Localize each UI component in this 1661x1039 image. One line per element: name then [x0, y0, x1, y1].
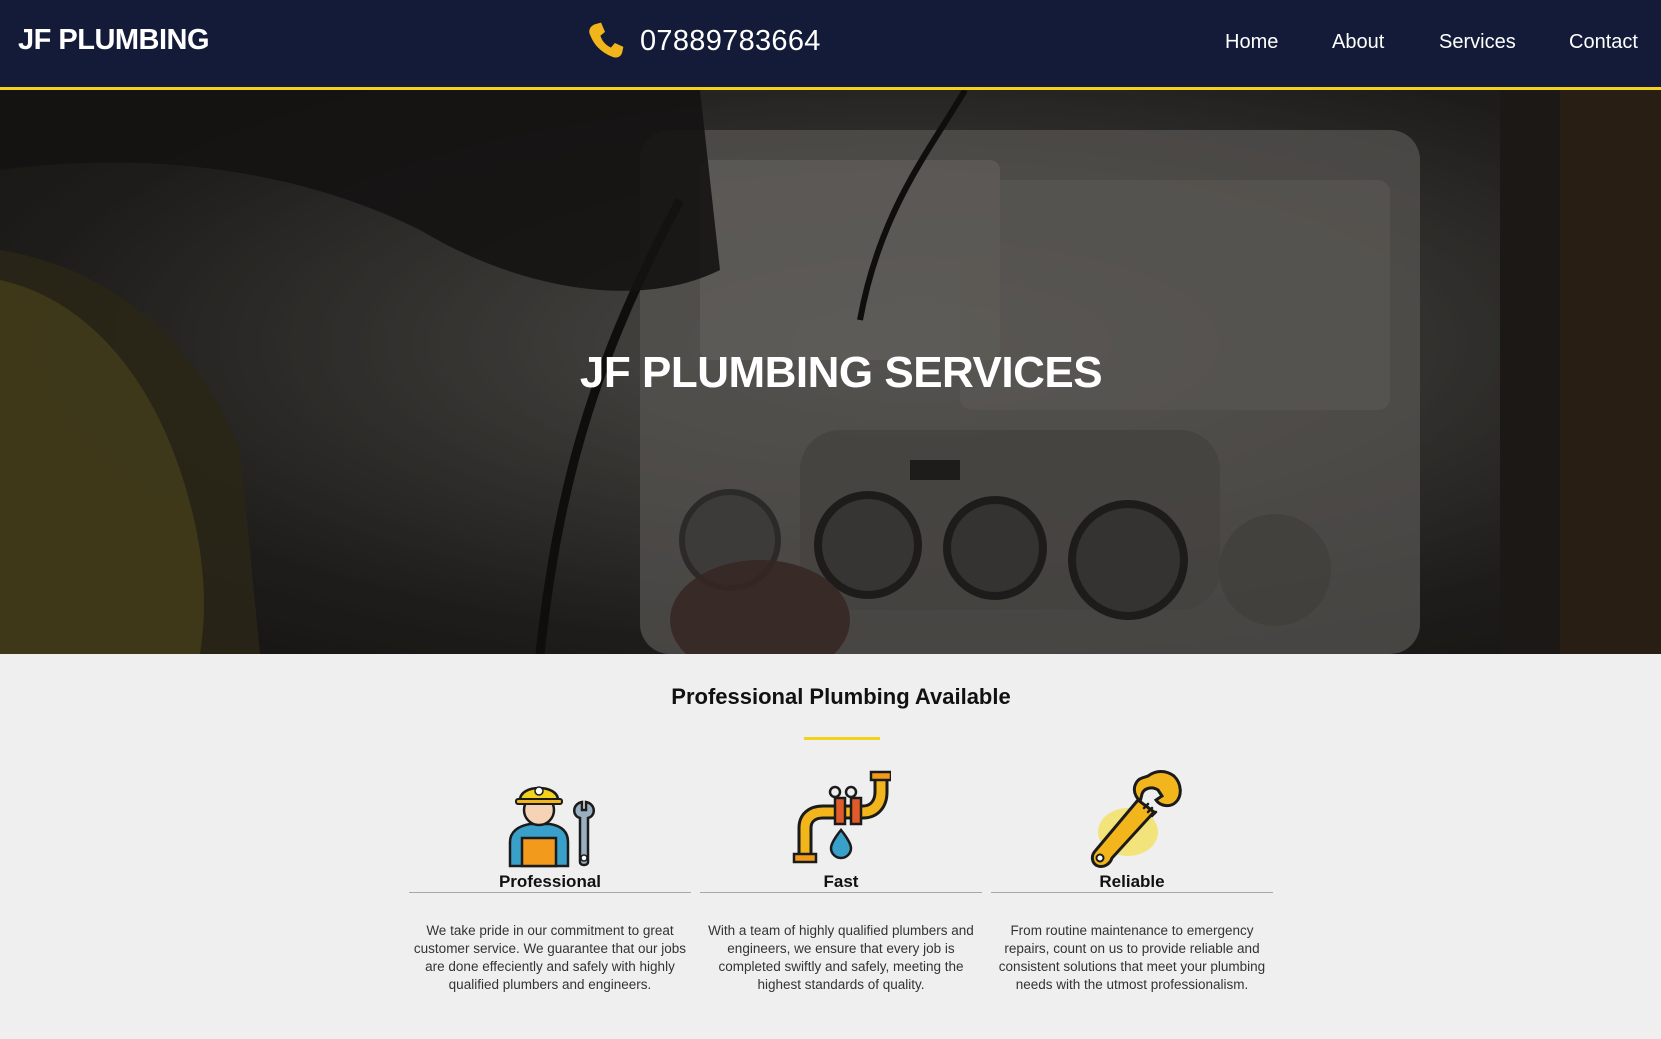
- hero-banner: JF PLUMBING SERVICES: [0, 90, 1661, 654]
- wrench-icon: [1090, 770, 1182, 868]
- phone-number: 07889783664: [640, 24, 821, 57]
- feature-title: Reliable: [1099, 872, 1165, 891]
- site-logo[interactable]: JF PLUMBING: [18, 24, 210, 57]
- feature-divider: [409, 892, 691, 893]
- phone-icon: [589, 22, 624, 58]
- feature-title: Fast: [823, 872, 859, 891]
- plumber-worker-icon: [508, 786, 595, 868]
- feature-divider: [991, 892, 1273, 893]
- hero-title: JF PLUMBING SERVICES: [579, 348, 1103, 397]
- feature-title: Professional: [498, 872, 602, 891]
- section-title: Professional Plumbing Available: [671, 684, 1011, 709]
- nav-about-link[interactable]: About: [1332, 31, 1384, 54]
- feature-description: We take pride in our commitment to great…: [413, 923, 687, 992]
- pipe-valve-leak-icon: [792, 770, 891, 864]
- section-divider: [804, 737, 880, 740]
- feature-description: From routine maintenance to emergency re…: [998, 923, 1266, 992]
- phone-contact[interactable]: 07889783664: [584, 20, 821, 62]
- feature-description: With a team of highly qualified plumbers…: [708, 923, 974, 992]
- top-navbar: JF PLUMBING 07889783664 Home About Servi…: [0, 0, 1661, 90]
- nav-home-link[interactable]: Home: [1225, 31, 1278, 54]
- feature-divider: [700, 892, 982, 893]
- nav-services-link[interactable]: Services: [1439, 31, 1516, 54]
- nav-contact-link[interactable]: Contact: [1569, 31, 1638, 54]
